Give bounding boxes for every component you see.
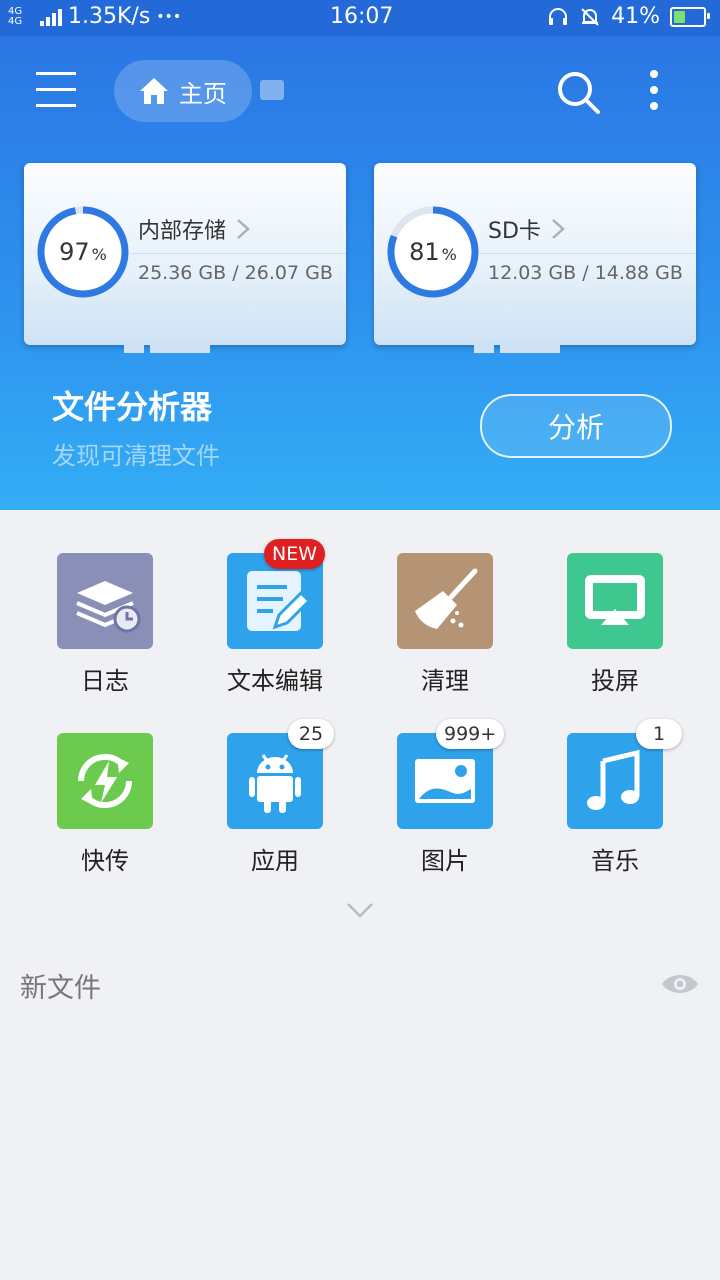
battery-icon (670, 6, 710, 27)
storage-percent-internal: 97% (59, 238, 107, 266)
tool-label: 图片 (421, 847, 469, 875)
status-time: 16:07 (330, 4, 394, 29)
chevron-right-icon (552, 219, 565, 239)
new-badge: NEW (264, 539, 326, 569)
tool-music[interactable]: 1 音乐 (530, 719, 700, 883)
broom-icon (397, 553, 493, 649)
storage-percent-sd: 81% (409, 238, 457, 266)
tool-cast[interactable]: 投屏 (530, 553, 700, 703)
search-icon[interactable] (556, 70, 600, 114)
tool-label: 日志 (81, 667, 129, 695)
tool-label: 清理 (421, 667, 469, 695)
chevron-down-icon[interactable] (346, 900, 374, 920)
card-notch (500, 345, 560, 353)
storage-usage-internal: 25.36 GB / 26.07 GB (138, 262, 333, 284)
battery-fill (674, 10, 686, 23)
card-notch (124, 345, 144, 353)
quick-transfer-icon (57, 733, 153, 829)
tool-apps[interactable]: 25 应用 (190, 719, 360, 883)
analyzer-title: 文件分析器 (52, 388, 213, 426)
status-right: 41% (547, 4, 710, 29)
new-files-title: 新文件 (20, 973, 101, 1004)
status-dots: ••• (156, 8, 182, 25)
card-notch (474, 345, 494, 353)
cast-screen-icon (567, 553, 663, 649)
tool-label: 快传 (81, 847, 129, 875)
home-label: 主页 (179, 79, 227, 108)
tool-pictures[interactable]: 999+ 图片 (360, 719, 530, 883)
mute-bell-icon (581, 7, 599, 26)
count-badge: 1 (636, 719, 682, 749)
count-badge: 999+ (436, 719, 505, 749)
status-left: 4G 4G 1.35K/s ••• (8, 4, 181, 29)
signal-icon (40, 8, 62, 26)
tool-label: 文本编辑 (227, 667, 323, 695)
card-divider (130, 253, 346, 254)
log-stack-clock-icon (57, 553, 153, 649)
network-speed: 1.35K/s (68, 4, 151, 29)
count-badge: 25 (288, 719, 334, 749)
tool-label: 音乐 (591, 847, 639, 875)
storage-title-internal: 内部存储 (138, 213, 250, 245)
card-divider (480, 253, 696, 254)
storage-card-internal[interactable]: 97% 内部存储 25.36 GB / 26.07 GB (24, 163, 346, 353)
storage-usage-sd: 12.03 GB / 14.88 GB (488, 262, 683, 284)
battery-percent: 41% (611, 4, 660, 29)
tool-label: 应用 (251, 847, 299, 875)
tool-quick-transfer[interactable]: 快传 (20, 733, 190, 883)
headset-icon (549, 7, 568, 25)
storage-title-sd: SD卡 (488, 213, 565, 245)
analyze-button[interactable]: 分析 (480, 394, 672, 458)
tool-text-edit[interactable]: NEW 文本编辑 (190, 539, 360, 703)
storage-card-sd[interactable]: 81% SD卡 12.03 GB / 14.88 GB (374, 163, 696, 353)
hamburger-menu-icon[interactable] (36, 72, 76, 110)
eye-icon[interactable] (660, 970, 700, 998)
home-button[interactable]: 主页 (114, 60, 252, 122)
home-icon (140, 78, 168, 104)
network-label: 4G 4G (8, 5, 23, 27)
tool-log[interactable]: 日志 (20, 553, 190, 703)
tool-label: 投屏 (591, 667, 639, 695)
card-notch (150, 345, 210, 353)
status-bar: 4G 4G 1.35K/s ••• 16:07 41% (0, 0, 720, 36)
sd-card-icon (260, 80, 284, 100)
analyzer-subtitle: 发现可清理文件 (52, 442, 220, 470)
more-vertical-icon[interactable] (644, 70, 664, 114)
tool-clean[interactable]: 清理 (360, 553, 530, 703)
chevron-right-icon (237, 219, 250, 239)
